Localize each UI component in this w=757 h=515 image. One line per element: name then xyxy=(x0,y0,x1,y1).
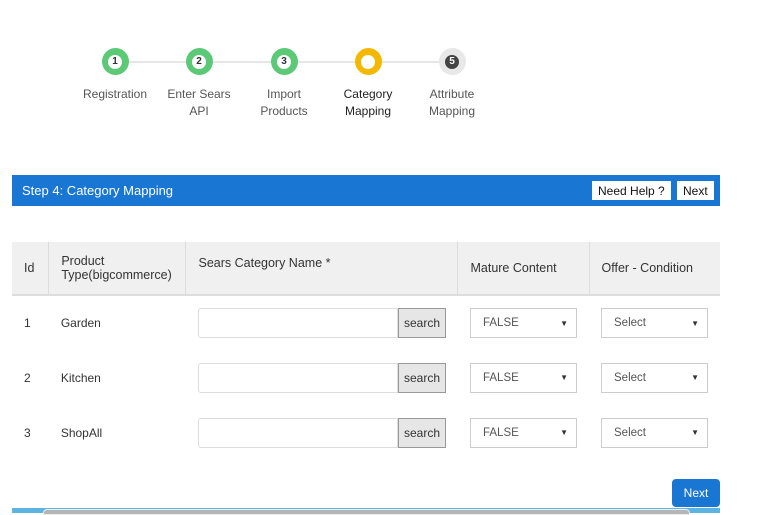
col-offer-condition: Offer - Condition xyxy=(589,242,720,296)
dropdown-arrow-icon: ▼ xyxy=(691,318,699,328)
table-row: 2 Kitchen search FALSE ▼ Select ▼ xyxy=(12,350,720,405)
search-button[interactable]: search xyxy=(397,417,446,448)
step-circle-current xyxy=(354,48,382,75)
mature-content-select[interactable]: FALSE ▼ xyxy=(469,308,577,338)
col-mature-content: Mature Content xyxy=(457,242,590,296)
step-circle: 2 xyxy=(185,48,213,75)
category-mapping-table: Id Product Type(bigcommerce) Sears Categ… xyxy=(12,242,720,460)
need-help-button[interactable]: Need Help ? xyxy=(592,181,671,200)
sears-category-input[interactable] xyxy=(197,308,398,338)
horizontal-scrollbar-thumb[interactable] xyxy=(43,509,690,515)
step-title: Step 4: Category Mapping xyxy=(22,183,174,198)
search-button[interactable]: search xyxy=(397,362,446,393)
col-sears-category: Sears Category Name * xyxy=(185,242,459,296)
col-product-type: Product Type(bigcommerce) xyxy=(48,242,187,296)
mature-content-select[interactable]: FALSE ▼ xyxy=(469,362,577,393)
table-row: 1 Garden search FALSE ▼ Select ▼ xyxy=(12,295,720,350)
col-id: Id xyxy=(12,242,50,296)
sears-category-input[interactable] xyxy=(197,417,398,448)
step-circle: 1 xyxy=(101,48,129,75)
dropdown-arrow-icon: ▼ xyxy=(691,373,699,382)
header-next-button[interactable]: Next xyxy=(677,181,714,200)
step-attribute-mapping: 5 Attribute Mapping xyxy=(402,48,502,120)
dropdown-arrow-icon: ▼ xyxy=(560,318,568,328)
offer-condition-select[interactable]: Select ▼ xyxy=(601,362,708,393)
dropdown-arrow-icon: ▼ xyxy=(691,428,699,437)
sears-category-input[interactable] xyxy=(197,362,398,393)
step-circle: 3 xyxy=(270,48,298,75)
mature-content-select[interactable]: FALSE ▼ xyxy=(469,417,577,448)
table-row: 3 ShopAll search FALSE ▼ Select ▼ xyxy=(12,405,720,460)
step-header: Step 4: Category Mapping Need Help ? Nex… xyxy=(12,175,720,206)
footer-next-button[interactable]: Next xyxy=(672,479,720,507)
offer-condition-select[interactable]: Select ▼ xyxy=(601,417,708,448)
offer-condition-select[interactable]: Select ▼ xyxy=(601,308,708,338)
step-circle: 5 xyxy=(438,48,466,75)
dropdown-arrow-icon: ▼ xyxy=(560,373,568,382)
search-button[interactable]: search xyxy=(397,308,446,338)
dropdown-arrow-icon: ▼ xyxy=(560,428,568,437)
